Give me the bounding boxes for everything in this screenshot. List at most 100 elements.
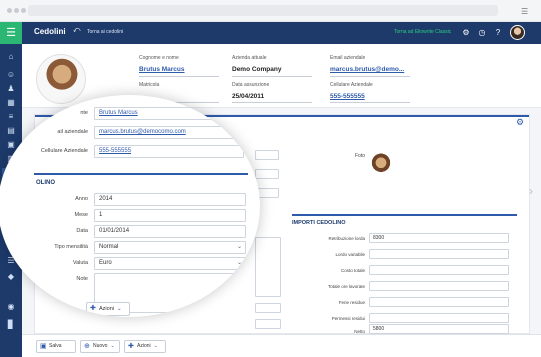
window-dot <box>21 8 26 13</box>
gross-pay-label: Retribuzione lorda <box>328 236 365 241</box>
salary-type-select[interactable]: Normal ⌄ <box>94 241 246 254</box>
hours-worked-input[interactable] <box>369 281 509 291</box>
next-arrow-icon[interactable]: › <box>529 184 533 198</box>
photo-label: Foto <box>355 153 366 159</box>
chevron-down-icon: ⌄ <box>236 244 242 250</box>
employee-photo <box>36 54 86 104</box>
plus-icon: ✚ <box>90 305 96 312</box>
payslip-section-title: OLINO <box>36 180 55 186</box>
actions-label: Azioni <box>99 306 114 312</box>
actions-button[interactable]: ✚ Azioni ⌄ <box>124 340 166 353</box>
matricola-label: Matricola <box>139 82 160 88</box>
notes-label: Note <box>76 276 88 282</box>
back-arrow-icon[interactable]: ⤺ <box>73 27 80 35</box>
currency-select[interactable]: Euro ⌄ <box>94 257 246 270</box>
employee-name[interactable]: Brutus Marcus <box>139 66 185 73</box>
phone-label: Cellulare Aziendale <box>40 148 88 154</box>
total-cost-input[interactable] <box>369 265 509 275</box>
new-label: Nuovo <box>93 343 108 349</box>
vacation-left-label: Ferie residue <box>338 300 365 305</box>
phone-value[interactable]: 555-555555 <box>330 93 365 100</box>
name-input[interactable]: Brutus Marcus <box>94 107 244 120</box>
company-value: Demo Company <box>232 66 282 73</box>
save-button[interactable]: ▣ Salva <box>36 340 76 353</box>
floppy-icon: ▣ <box>40 343 47 350</box>
year-input[interactable]: 2014 <box>94 193 246 206</box>
app-header: ☰ Cedolini ⤺ Torna ai cedolini Torna ad … <box>0 22 541 44</box>
page-title: Cedolini <box>34 27 66 36</box>
card-settings-icon[interactable]: ⚙ <box>516 117 524 128</box>
chevron-down-icon: ⌄ <box>116 306 122 312</box>
currency-value: Euro <box>99 260 112 266</box>
email-input[interactable]: marcus.brutus@democomo.com <box>94 126 244 139</box>
employee-photo-small <box>369 151 393 179</box>
email-label: Email aziendale <box>330 55 366 61</box>
section-divider <box>292 214 517 216</box>
permits-left-input[interactable] <box>369 313 509 323</box>
browser-chrome: ☰ <box>0 0 541 22</box>
section-divider <box>34 173 248 175</box>
month-input[interactable]: 1 <box>94 209 246 222</box>
browser-menu-icon[interactable]: ☰ <box>521 7 531 16</box>
actions-button[interactable]: ✚ Azioni ⌄ <box>86 302 130 316</box>
back-to-payslips-link[interactable]: Torna ai cedolini <box>87 29 123 35</box>
variable-gross-input[interactable] <box>369 249 509 259</box>
amounts-section-title: IMPORTI CEDOLINO <box>292 220 346 226</box>
divider <box>232 76 312 77</box>
notes-textarea[interactable] <box>255 237 281 297</box>
hire-date-value: 25/04/2011 <box>232 93 265 100</box>
field-input[interactable] <box>255 169 279 179</box>
name-label: nte <box>80 110 88 116</box>
window-dot <box>7 8 12 13</box>
vacation-left-input[interactable] <box>369 297 509 307</box>
divider <box>330 102 410 103</box>
plus-icon: ✚ <box>128 343 134 350</box>
field-input[interactable] <box>255 150 279 160</box>
new-button[interactable]: ⊕ Nuovo ⌄ <box>80 340 120 353</box>
currency-label: Valuta <box>72 260 88 266</box>
person-icon[interactable]: ♟ <box>5 84 17 94</box>
company-label: Azienda attuale <box>232 55 267 61</box>
permits-left-label: Permessi residui <box>331 316 365 321</box>
salary-type-value: Normal <box>99 244 119 250</box>
hamburger-menu-icon[interactable]: ☰ <box>0 22 22 44</box>
variable-gross-label: Lordo variabile <box>335 252 365 257</box>
divider <box>232 102 312 103</box>
net-pay-input[interactable]: 5800 <box>369 324 509 334</box>
plus-circle-icon: ⊕ <box>84 343 90 350</box>
calendar-icon[interactable]: ▦ <box>5 98 17 108</box>
window-dot <box>14 8 19 13</box>
globe-icon[interactable]: ◉ <box>5 302 17 312</box>
help-icon[interactable]: ? <box>493 27 503 39</box>
browser-window: ☰ ☰ Cedolini ⤺ Torna ai cedolini Torna a… <box>0 0 541 357</box>
settings-icon[interactable]: ⚙ <box>461 27 471 39</box>
chevron-down-icon: ⌄ <box>110 343 115 349</box>
date-label: Data <box>76 228 88 234</box>
phone-input[interactable]: 555-555555 <box>94 145 244 158</box>
classic-app-link[interactable]: Torna ad Eliowrite Classic <box>394 29 451 35</box>
name-label: Cognome e nome <box>139 55 179 61</box>
save-label: Salva <box>49 343 62 349</box>
gross-pay-input[interactable]: 8300 <box>369 233 509 243</box>
actions-label: Azioni <box>137 343 151 349</box>
email-value[interactable]: marcus.brutus@demo... <box>330 66 404 73</box>
field-input[interactable] <box>255 303 281 313</box>
hire-date-label: Data assunzione <box>232 82 270 88</box>
field-input[interactable] <box>255 319 281 329</box>
bottom-toolbar: ▣ Salva ⊕ Nuovo ⌄ ✚ Azioni ⌄ <box>22 334 541 357</box>
people-icon[interactable]: ☺ <box>5 70 17 80</box>
hours-worked-label: Totale ore lavorate <box>327 284 365 289</box>
user-avatar[interactable] <box>510 25 525 40</box>
stats-icon[interactable]: ▊ <box>5 320 17 330</box>
chevron-down-icon: ⌄ <box>153 343 158 349</box>
salary-type-label: Tipo mensilità <box>54 244 88 250</box>
date-input[interactable]: 01/01/2014 <box>94 225 246 238</box>
clock-icon[interactable]: ◷ <box>477 27 487 39</box>
phone-label: Cellulare Aziendale <box>330 82 373 88</box>
chevron-down-icon: ⌄ <box>236 260 242 266</box>
address-bar[interactable] <box>28 5 498 16</box>
home-icon[interactable]: ⌂ <box>5 52 17 62</box>
year-label: Anno <box>75 196 88 202</box>
total-cost-label: Costo totale <box>340 268 365 273</box>
divider <box>330 76 410 77</box>
